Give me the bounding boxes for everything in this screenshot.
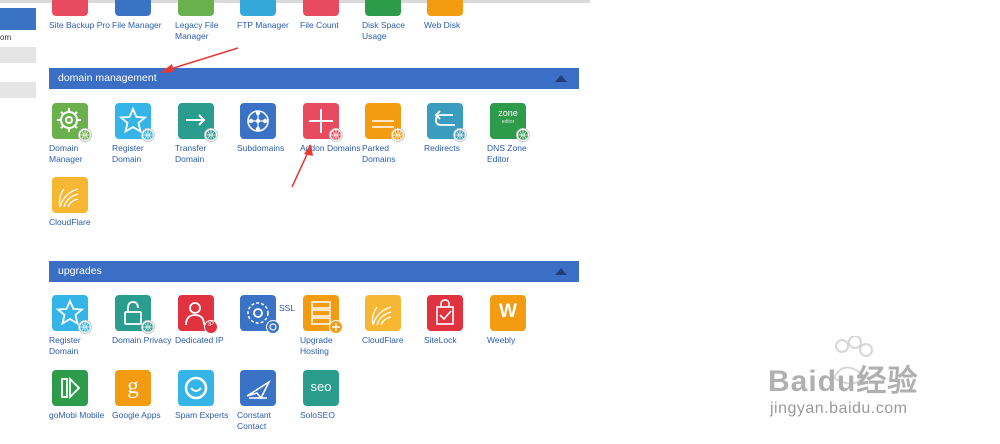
annotation-arrow-addon <box>291 144 313 188</box>
tile-label: Google Apps <box>112 410 161 420</box>
person-ip-icon: IP <box>178 295 218 334</box>
ip-badge-text: IP <box>208 322 214 328</box>
tile-label: Web Disk <box>424 20 461 30</box>
globe-badge-icon <box>204 128 218 142</box>
tile-label: SoloSEO <box>300 410 335 420</box>
watermark-url-text: jingyan.baidu.com <box>770 400 908 417</box>
globe-badge-icon <box>453 128 467 142</box>
tile-label: Register Domain <box>112 143 144 164</box>
spam-experts-icon <box>178 370 214 406</box>
tile-label: Spam Experts <box>175 410 229 420</box>
legacy-file-manager-icon <box>178 0 214 16</box>
sidebar-item[interactable] <box>0 82 36 98</box>
section-header-upgrades[interactable]: upgrades <box>49 261 579 282</box>
section-header-domain-management[interactable]: domain management <box>49 68 579 89</box>
tile-label: CloudFlare <box>49 217 91 227</box>
zone-editor-icon: zone editor <box>490 103 530 142</box>
ftp-manager-icon <box>240 0 276 16</box>
redirect-icon <box>427 103 467 142</box>
globe-badge-icon <box>78 320 92 334</box>
tile-label: Upgrade Hosting <box>300 335 333 356</box>
tile-label: Site Backup Pro <box>49 20 110 30</box>
ssl-gear-icon <box>240 295 280 334</box>
globe-badge-icon <box>329 128 343 142</box>
disk-space-icon <box>365 0 401 16</box>
weebly-glyph: W <box>499 301 517 322</box>
section-title: domain management <box>58 72 157 84</box>
tile-label: File Manager <box>112 20 162 30</box>
tile-label: SSL <box>279 303 296 313</box>
parked-icon <box>365 103 405 142</box>
globe-badge-icon <box>391 128 405 142</box>
top-divider <box>0 0 590 3</box>
tile-label: Register Domain <box>49 335 81 356</box>
file-manager-icon <box>115 0 151 16</box>
tile-label: Dedicated IP <box>175 335 224 345</box>
star-icon <box>115 103 155 142</box>
zone-badge-text: zone <box>498 108 518 118</box>
globe-badge-icon <box>516 128 530 142</box>
tile-label: File Count <box>300 20 339 30</box>
star-icon <box>52 295 92 334</box>
weebly-icon: W <box>490 295 526 331</box>
gomobi-icon <box>52 370 88 406</box>
left-sidebar: om <box>0 0 36 444</box>
server-icon <box>303 295 343 334</box>
collapse-caret-icon[interactable] <box>555 75 567 82</box>
tile-label: Legacy File Manager <box>175 20 219 41</box>
tile-label: Domain Manager <box>49 143 83 164</box>
constant-contact-icon <box>240 370 276 406</box>
tile-label: DNS Zone Editor <box>487 143 527 164</box>
tile-label: CloudFlare <box>362 335 404 345</box>
tile-label: SiteLock <box>424 335 457 345</box>
plus-badge-icon <box>329 320 343 334</box>
editor-badge-text: editor <box>501 119 515 125</box>
tile-label: Domain Privacy <box>112 335 172 345</box>
tile-label: FTP Manager <box>237 20 289 30</box>
tile-label: Constant Contact <box>237 410 272 431</box>
globe-badge-icon <box>78 128 92 142</box>
tile-label: Transfer Domain <box>175 143 207 164</box>
web-disk-icon <box>427 0 463 16</box>
sitelock-icon <box>427 295 463 331</box>
network-icon <box>240 103 276 139</box>
collapse-caret-icon[interactable] <box>555 268 567 275</box>
globe-badge-icon <box>141 320 155 334</box>
annotation-arrow-section <box>160 47 239 73</box>
lock-icon <box>115 295 155 334</box>
tile-label: goMobi Mobile <box>49 410 105 420</box>
transfer-arrow-icon <box>178 103 218 142</box>
tile-label: Parked Domains <box>362 143 396 164</box>
seo-glyph: seo <box>310 379 332 394</box>
google-glyph: g <box>127 373 139 398</box>
google-apps-icon: g <box>115 370 151 406</box>
ip-badge-icon: IP <box>204 320 218 334</box>
gear-icon <box>52 103 92 142</box>
globe-badge-icon <box>141 128 155 142</box>
gear-badge-icon <box>266 320 280 334</box>
watermark-brand-text: Baidu经验 <box>768 365 919 398</box>
cloudflare-icon <box>52 177 88 213</box>
site-backup-icon <box>52 0 88 16</box>
section-title: upgrades <box>58 265 102 277</box>
soloseo-icon: seo <box>303 370 339 406</box>
tile-label: Weebly <box>487 335 516 345</box>
sidebar-active-item[interactable] <box>0 8 36 30</box>
file-count-icon <box>303 0 339 16</box>
tile-label: Disk Space Usage <box>362 20 405 41</box>
sidebar-partial-text: om <box>0 33 12 42</box>
plus-icon <box>303 103 343 142</box>
tile-label: Redirects <box>424 143 460 153</box>
cloudflare-icon <box>365 295 401 331</box>
sidebar-item[interactable] <box>0 47 36 63</box>
